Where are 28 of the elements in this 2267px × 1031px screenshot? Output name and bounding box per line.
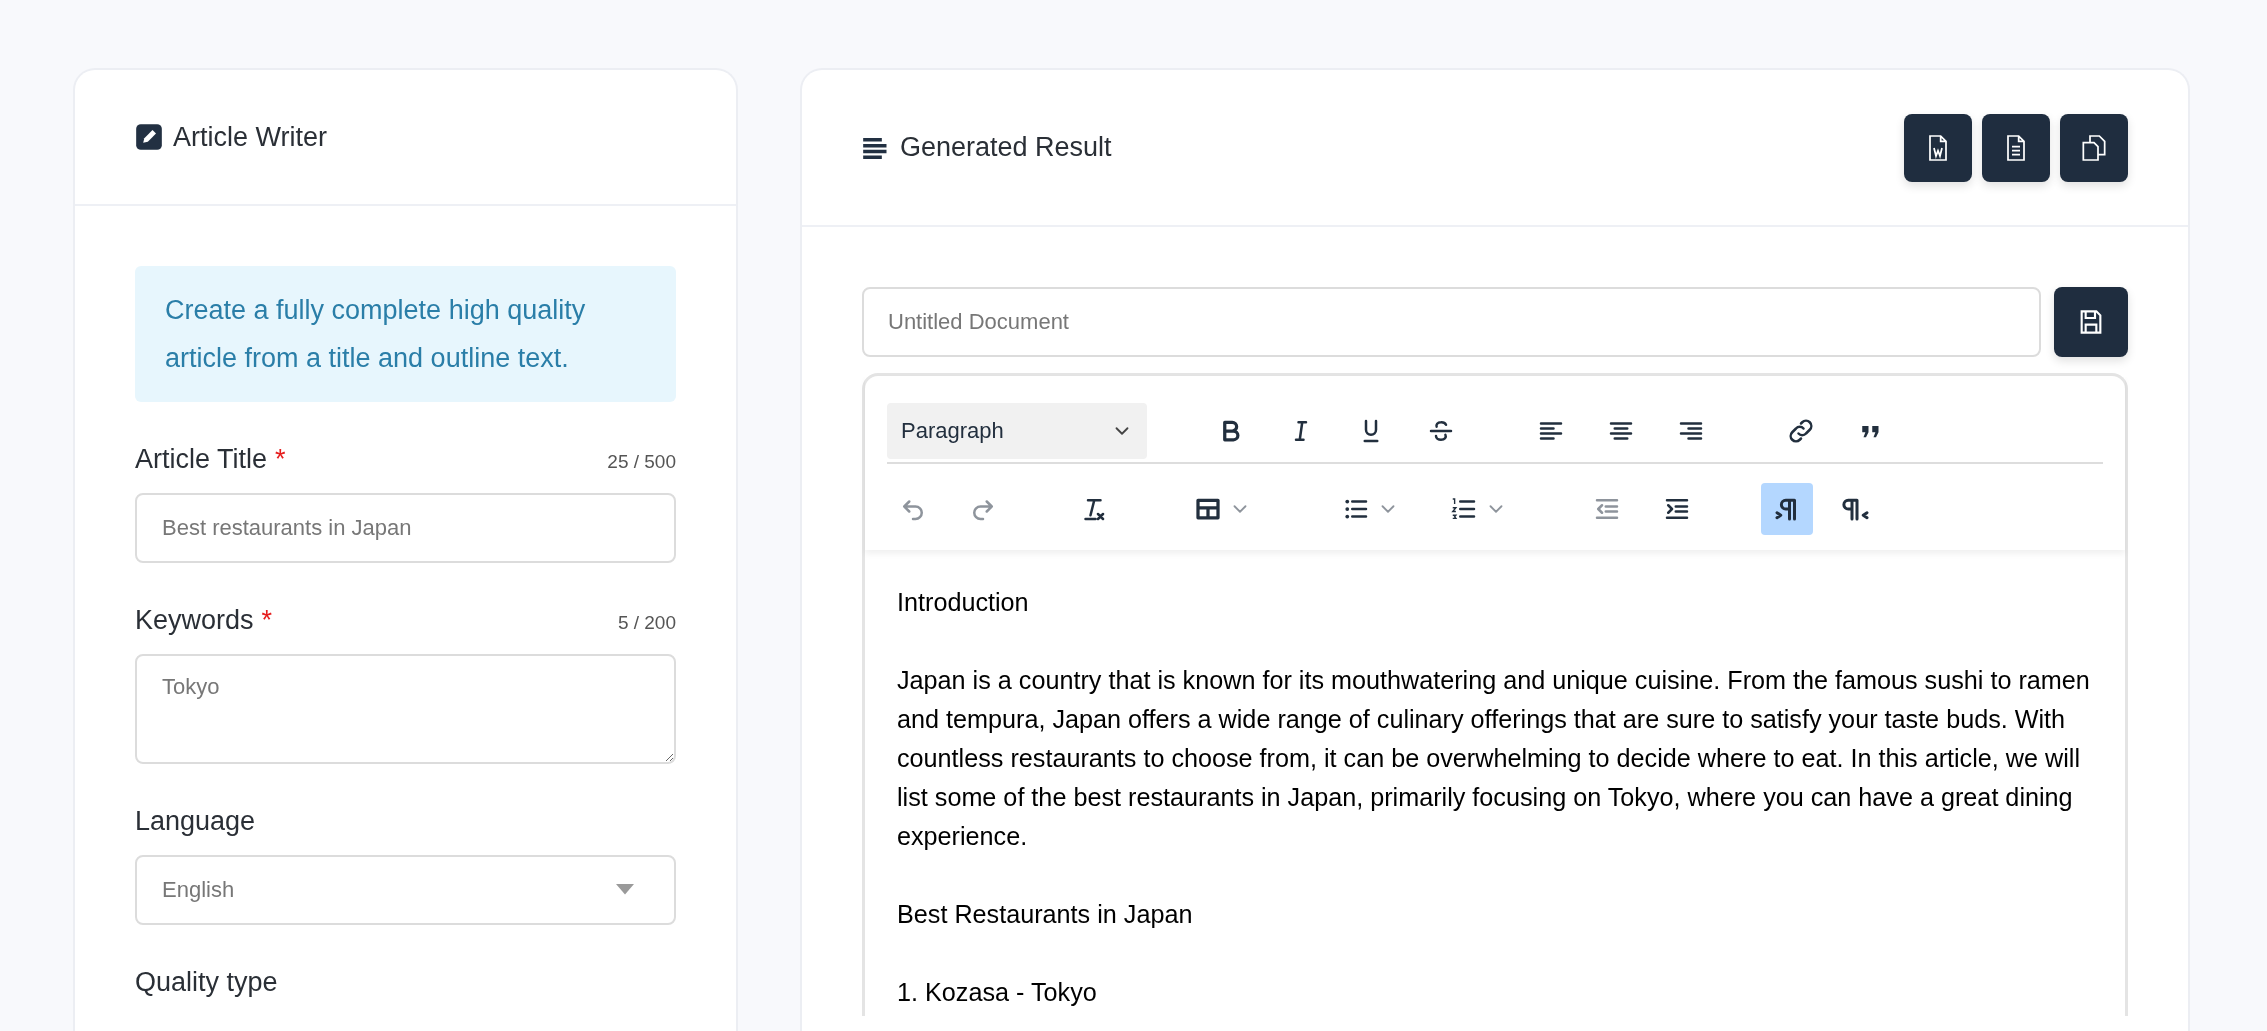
paragraph: 1. Kozasa - Tokyo bbox=[897, 977, 1098, 1008]
word-document-button[interactable] bbox=[1904, 113, 1972, 182]
text-field[interactable]: Best restaurants in Japan bbox=[135, 493, 676, 563]
paragraph: Best Restaurants in Japan bbox=[897, 899, 1194, 930]
caret-down-icon bbox=[616, 884, 634, 896]
save-button[interactable] bbox=[2054, 287, 2128, 357]
language-select[interactable]: English bbox=[135, 855, 676, 925]
paragraph: Japan is a country that is known for its mouthwatering and unique cuisine. From the famous sushi to ramen and tempura, Japan offers a wide range of culinary offerings that are sure to satisfy your taste buds. With countless restaurants to choose from, it can be overwhelming to decide where to eat. In this article, we will list some of the best restaurants in Japan, primarily focusing on Tokyo, where you can have a great dining experience. bbox=[897, 665, 2091, 852]
text-lines-icon bbox=[862, 135, 890, 160]
left-to-right-button[interactable] bbox=[1761, 483, 1813, 535]
required-mark: * bbox=[275, 444, 286, 475]
field-label: Quality type bbox=[135, 967, 278, 998]
info-text: Create a fully complete high quality article from a title and outline text. bbox=[135, 266, 676, 402]
field-label: Language bbox=[135, 806, 256, 837]
required-mark: * bbox=[261, 605, 273, 636]
copy-button[interactable] bbox=[2060, 113, 2128, 182]
format-select[interactable]: Paragraph bbox=[887, 403, 1147, 459]
paragraph: Introduction bbox=[897, 587, 1030, 618]
document-button[interactable] bbox=[1982, 113, 2050, 182]
text-area[interactable]: Tokyo bbox=[135, 654, 676, 764]
character-counter: 5 / 200 bbox=[617, 612, 676, 634]
field-label: Article Title bbox=[135, 444, 268, 475]
field-label: Keywords bbox=[135, 605, 254, 636]
character-counter: 25 / 500 bbox=[607, 451, 676, 473]
card-title: Generated Result bbox=[900, 132, 1112, 163]
pencil-icon bbox=[135, 123, 163, 151]
document-title-field[interactable]: Untitled Document bbox=[862, 287, 2041, 357]
card-title: Article Writer bbox=[173, 121, 327, 153]
